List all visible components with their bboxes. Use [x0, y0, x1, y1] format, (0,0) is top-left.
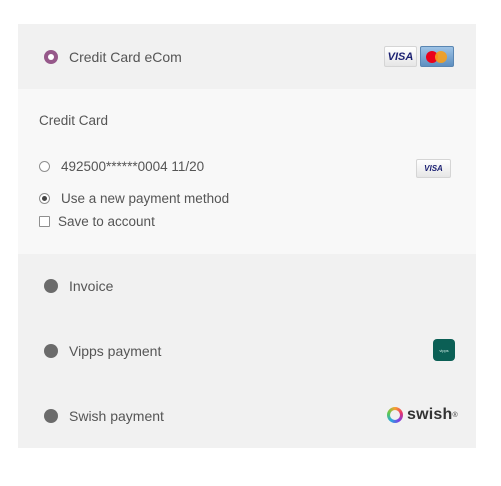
visa-logo-icon: VISA [384, 46, 417, 67]
credit-card-ecom-label: Credit Card eCom [69, 49, 182, 65]
radio-saved-card[interactable] [39, 161, 50, 172]
payment-option-invoice[interactable]: Invoice [18, 254, 476, 319]
payment-option-swish[interactable]: Swish payment swish ® [18, 384, 476, 448]
saved-card-label: 492500******0004 11/20 [61, 159, 205, 174]
radio-new-payment-method[interactable] [39, 193, 50, 204]
payment-option-vipps[interactable]: Vipps payment vipps [18, 319, 476, 384]
save-to-account-label: Save to account [58, 214, 155, 229]
radio-credit-card-ecom[interactable] [44, 50, 58, 64]
radio-invoice[interactable] [44, 279, 58, 293]
vipps-logo-icon: vipps [433, 339, 455, 361]
swish-label: Swish payment [69, 408, 164, 424]
mastercard-logo-icon [420, 46, 454, 67]
payment-methods-panel: Credit Card eCom VISA Credit Card 492500… [18, 24, 476, 448]
saved-card-visa-icon: VISA [416, 159, 451, 178]
swish-logo-text: swish [407, 406, 453, 423]
vipps-label: Vipps payment [69, 343, 162, 359]
credit-card-details: Credit Card 492500******0004 11/20 VISA … [18, 89, 476, 254]
invoice-label: Invoice [69, 278, 114, 294]
swish-logo-icon: swish ® [387, 406, 458, 424]
swish-registered-mark: ® [452, 411, 458, 419]
radio-swish[interactable] [44, 409, 58, 423]
save-to-account-checkbox[interactable] [39, 216, 50, 227]
new-payment-method-label: Use a new payment method [61, 191, 230, 206]
payment-option-credit-card-ecom[interactable]: Credit Card eCom VISA [18, 24, 476, 89]
credit-card-heading: Credit Card [39, 113, 109, 128]
radio-vipps[interactable] [44, 344, 58, 358]
